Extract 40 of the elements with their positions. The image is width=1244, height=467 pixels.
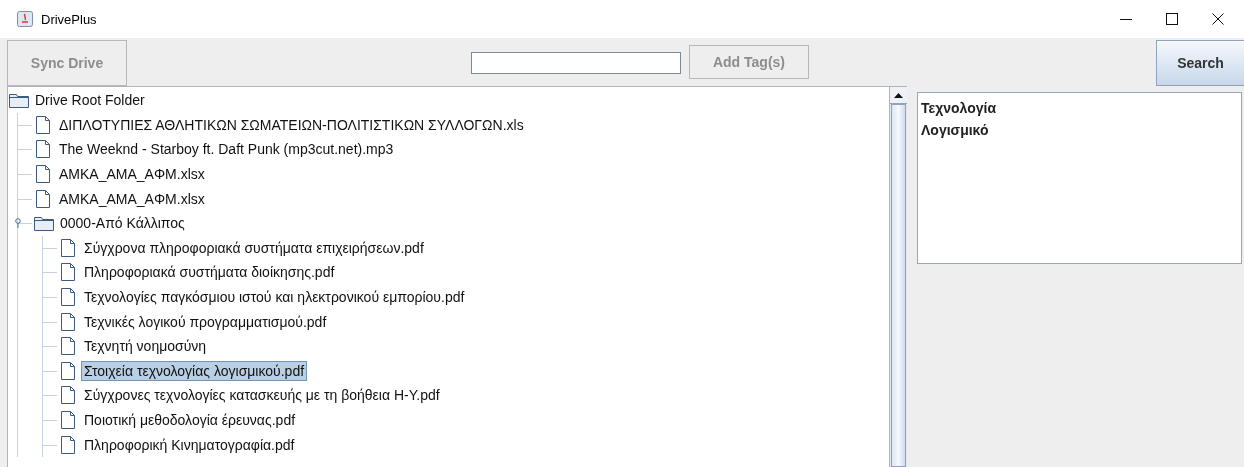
- tree-item[interactable]: Στοιχεία τεχνολογίας λογισμικού.pdf: [81, 360, 308, 381]
- tree-item[interactable]: AMKA_AMA_AΦM.xlsx: [56, 188, 208, 209]
- tree-item[interactable]: The Weeknd - Starboy ft. Daft Punk (mp3cut.net).mp3: [56, 139, 397, 160]
- maximize-icon[interactable]: [1166, 13, 1178, 25]
- file-icon: [35, 165, 51, 184]
- search-button[interactable]: Search: [1156, 40, 1244, 86]
- tree-item[interactable]: Πληροφορική Κινηματογραφία.pdf: [81, 434, 298, 455]
- file-icon: [60, 411, 76, 429]
- close-icon[interactable]: [1212, 13, 1224, 25]
- tree-item[interactable]: Τεχνολογίες παγκόσμιου ιστού και ηλεκτρονικού εμπορίου.pdf: [81, 287, 468, 308]
- file-icon: [60, 386, 76, 405]
- file-icon: [60, 312, 76, 331]
- window-title: DrivePlus: [41, 11, 97, 27]
- file-icon: [35, 115, 51, 134]
- file-icon: [60, 435, 76, 454]
- tree-item[interactable]: Drive Root Folder: [32, 90, 148, 111]
- folder-icon: [9, 92, 29, 109]
- tree-item[interactable]: ΔΙΠΛΟΤΥΠΙΕΣ ΑΘΛΗΤΙΚΩΝ ΣΩΜΑΤΕΙΩΝ-ΠΟΛΙΤΙΣΤΙΚΩΝ ΣΥΛΛΟΓΩΝ.xls: [56, 114, 527, 135]
- tag-item[interactable]: Τεχνολογία: [921, 97, 1238, 119]
- tree-item[interactable]: Σύγχρονα πληροφοριακά συστήματα επιχειρήσεων.pdf: [81, 237, 427, 258]
- file-icon: [60, 238, 76, 257]
- scroll-up-icon[interactable]: [894, 92, 903, 98]
- file-icon: [60, 337, 76, 356]
- tree-item[interactable]: Τεχνητή νοημοσύνη: [81, 336, 210, 357]
- tree-item[interactable]: AMKA_AMA_AΦM.xlsx: [56, 164, 208, 185]
- file-icon: [35, 140, 51, 159]
- tree-item[interactable]: Ποιοτική μεθοδολογία έρευνας.pdf: [81, 410, 299, 430]
- file-icon: [60, 288, 76, 307]
- folder-icon: [34, 215, 54, 232]
- scrollbar[interactable]: [889, 86, 907, 467]
- tree-item[interactable]: Σύγχρονες τεχνολογίες κατασκευής με τη βοήθεια Η-Υ.pdf: [81, 385, 443, 406]
- tag-input-field[interactable]: [471, 52, 681, 74]
- tag-item[interactable]: Λογισμικό: [921, 119, 1238, 141]
- file-icon: [60, 263, 76, 282]
- app-icon: [17, 11, 33, 27]
- tree-item[interactable]: Πληροφοριακά συστήματα διοίκησης.pdf: [81, 262, 338, 283]
- tree-item[interactable]: Τεχνικές λογικού προγραμματισμού.pdf: [81, 311, 330, 332]
- file-icon: [35, 189, 51, 208]
- tree-item[interactable]: 0000-Από Κάλλιπος: [57, 213, 188, 234]
- file-icon: [60, 361, 76, 380]
